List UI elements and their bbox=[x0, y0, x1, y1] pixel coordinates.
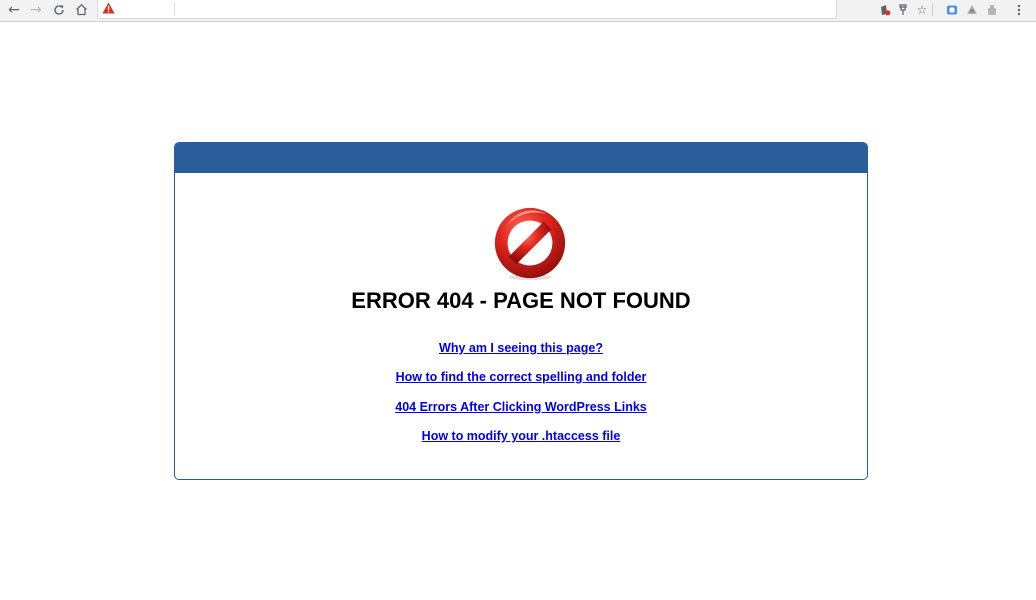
toolbar-divider bbox=[932, 3, 933, 16]
back-button[interactable]: ← bbox=[4, 0, 24, 19]
pin-icon bbox=[899, 3, 907, 15]
extension-button[interactable] bbox=[877, 0, 893, 19]
pin-button[interactable] bbox=[896, 0, 910, 19]
link-wordpress-404-errors[interactable]: 404 Errors After Clicking WordPress Link… bbox=[175, 400, 867, 414]
warning-triangle-icon[interactable] bbox=[102, 2, 115, 14]
extension-button[interactable] bbox=[984, 0, 1000, 19]
address-divider bbox=[174, 2, 175, 16]
extension-icon bbox=[967, 4, 977, 14]
home-icon bbox=[75, 4, 87, 16]
forward-button[interactable]: → bbox=[26, 0, 46, 19]
extension-icon bbox=[947, 5, 957, 14]
arrow-right-icon: → bbox=[30, 1, 42, 18]
card-header-bar bbox=[175, 143, 867, 173]
bookmark-star-button[interactable]: ☆ bbox=[914, 0, 930, 19]
error-card: ERROR 404 - PAGE NOT FOUND Why am I seei… bbox=[174, 142, 868, 480]
browser-menu-button[interactable] bbox=[1012, 0, 1026, 19]
arrow-left-icon: ← bbox=[8, 1, 20, 18]
browser-toolbar: ← → ☆ bbox=[0, 0, 1036, 22]
link-modify-htaccess[interactable]: How to modify your .htaccess file bbox=[175, 429, 867, 443]
extension-icon bbox=[881, 4, 891, 15]
reload-icon bbox=[54, 4, 64, 15]
home-button[interactable] bbox=[71, 0, 91, 19]
page-title: ERROR 404 - PAGE NOT FOUND bbox=[351, 288, 691, 313]
reload-button[interactable] bbox=[49, 0, 69, 19]
extension-button[interactable] bbox=[964, 0, 980, 19]
extension-button[interactable] bbox=[944, 0, 960, 19]
no-entry-icon bbox=[494, 207, 566, 281]
link-why-seeing-page[interactable]: Why am I seeing this page? bbox=[175, 341, 867, 355]
star-icon: ☆ bbox=[916, 2, 928, 17]
address-bar[interactable] bbox=[97, 0, 837, 19]
link-find-correct-spelling[interactable]: How to find the correct spelling and fol… bbox=[175, 370, 867, 384]
menu-icon bbox=[1017, 4, 1021, 15]
extension-icon bbox=[988, 4, 996, 15]
